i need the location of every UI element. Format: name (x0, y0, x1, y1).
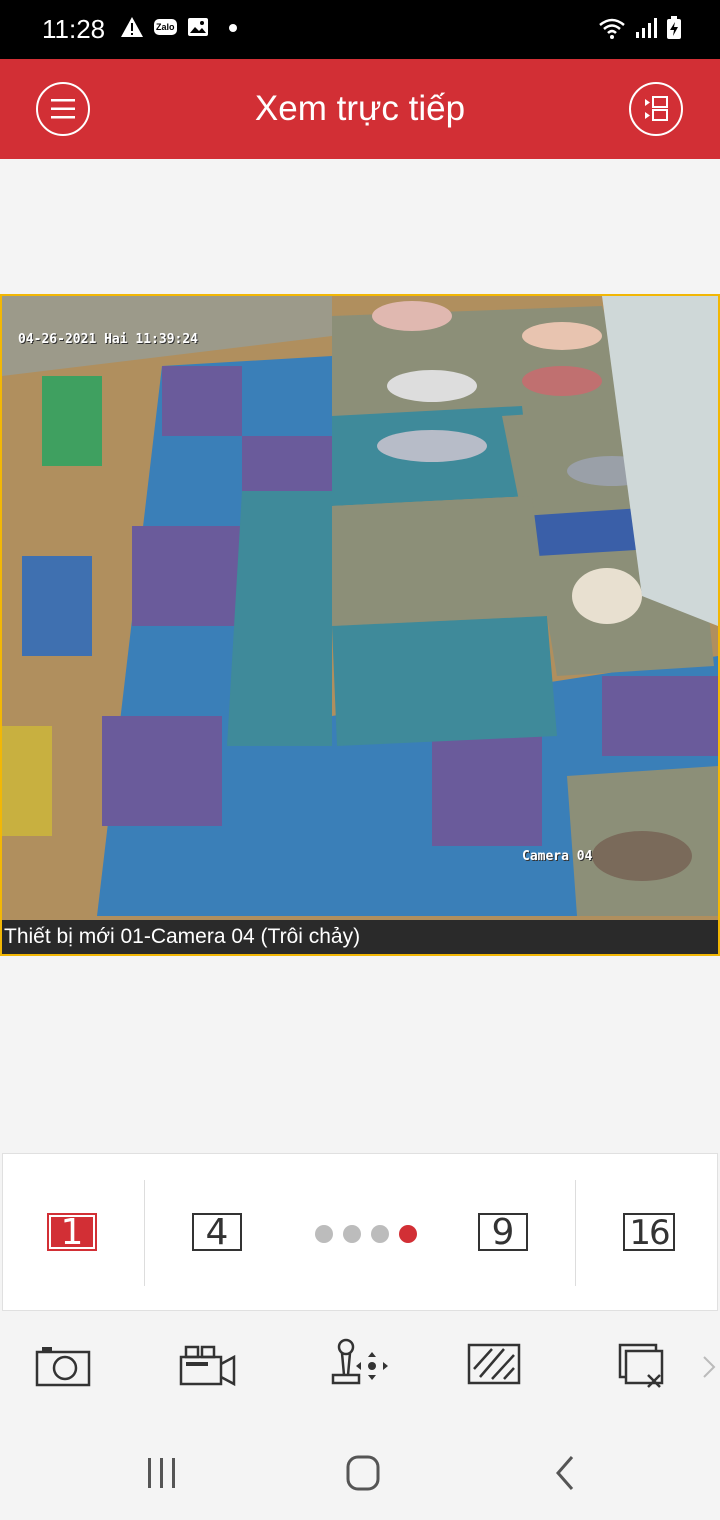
page-dot-active (399, 1225, 417, 1243)
warning-icon (121, 17, 143, 37)
image-quality-icon[interactable] (464, 1335, 524, 1395)
back-icon[interactable] (540, 1453, 590, 1493)
video-caption: Thiết bị mới 01-Camera 04 (Trôi chảy) (2, 920, 718, 954)
window-layout-selector: 1 4 9 16 (2, 1153, 718, 1311)
layout-9-button[interactable]: 9 (478, 1213, 528, 1251)
osd-datetime: 04-26-2021 Hai 11:39:24 (18, 332, 199, 347)
layout-16-button[interactable]: 16 (623, 1213, 675, 1251)
recent-apps-icon[interactable] (137, 1453, 187, 1493)
chevron-right-icon[interactable] (702, 1355, 716, 1379)
channel-list-button[interactable] (629, 82, 683, 136)
divider (144, 1180, 145, 1286)
home-icon[interactable] (338, 1453, 388, 1493)
layout-1-button[interactable]: 1 (47, 1213, 97, 1251)
osd-camera-name: Camera 04 (522, 849, 593, 864)
page-dot (315, 1225, 333, 1243)
channel-list-icon (645, 96, 668, 121)
dot-icon (228, 24, 237, 32)
wifi-icon (599, 18, 625, 39)
status-bar: 11:28 Zalo (0, 0, 720, 59)
system-nav-bar (0, 1425, 720, 1520)
divider (575, 1180, 576, 1286)
page-title: Xem trực tiếp (254, 89, 466, 128)
page-indicator (315, 1225, 417, 1243)
ptz-control-icon[interactable] (328, 1335, 388, 1395)
close-window-icon[interactable] (614, 1335, 674, 1395)
notification-icons: Zalo (120, 16, 241, 38)
layout-4-button[interactable]: 4 (192, 1213, 242, 1251)
layout-9-label: 9 (491, 1212, 515, 1253)
page-dot (343, 1225, 361, 1243)
app-header: Xem trực tiếp (0, 59, 720, 159)
live-view-toolbar (0, 1313, 720, 1425)
battery-charging-icon (667, 16, 681, 39)
system-icons (598, 16, 682, 40)
camera-feed-image (2, 296, 718, 954)
status-time: 11:28 (42, 14, 106, 44)
zalo-icon: Zalo (154, 19, 177, 35)
video-record-icon[interactable] (178, 1335, 238, 1395)
image-icon (187, 18, 208, 36)
layout-4-label: 4 (205, 1212, 229, 1253)
layout-16-label: 16 (629, 1213, 670, 1253)
signal-icon (636, 18, 657, 38)
layout-1-label: 1 (60, 1212, 84, 1253)
camera-snapshot-icon[interactable] (33, 1335, 93, 1395)
live-video-window[interactable]: 04-26-2021 Hai 11:39:24 Camera 04 Thiết … (0, 294, 720, 956)
page-dot (371, 1225, 389, 1243)
